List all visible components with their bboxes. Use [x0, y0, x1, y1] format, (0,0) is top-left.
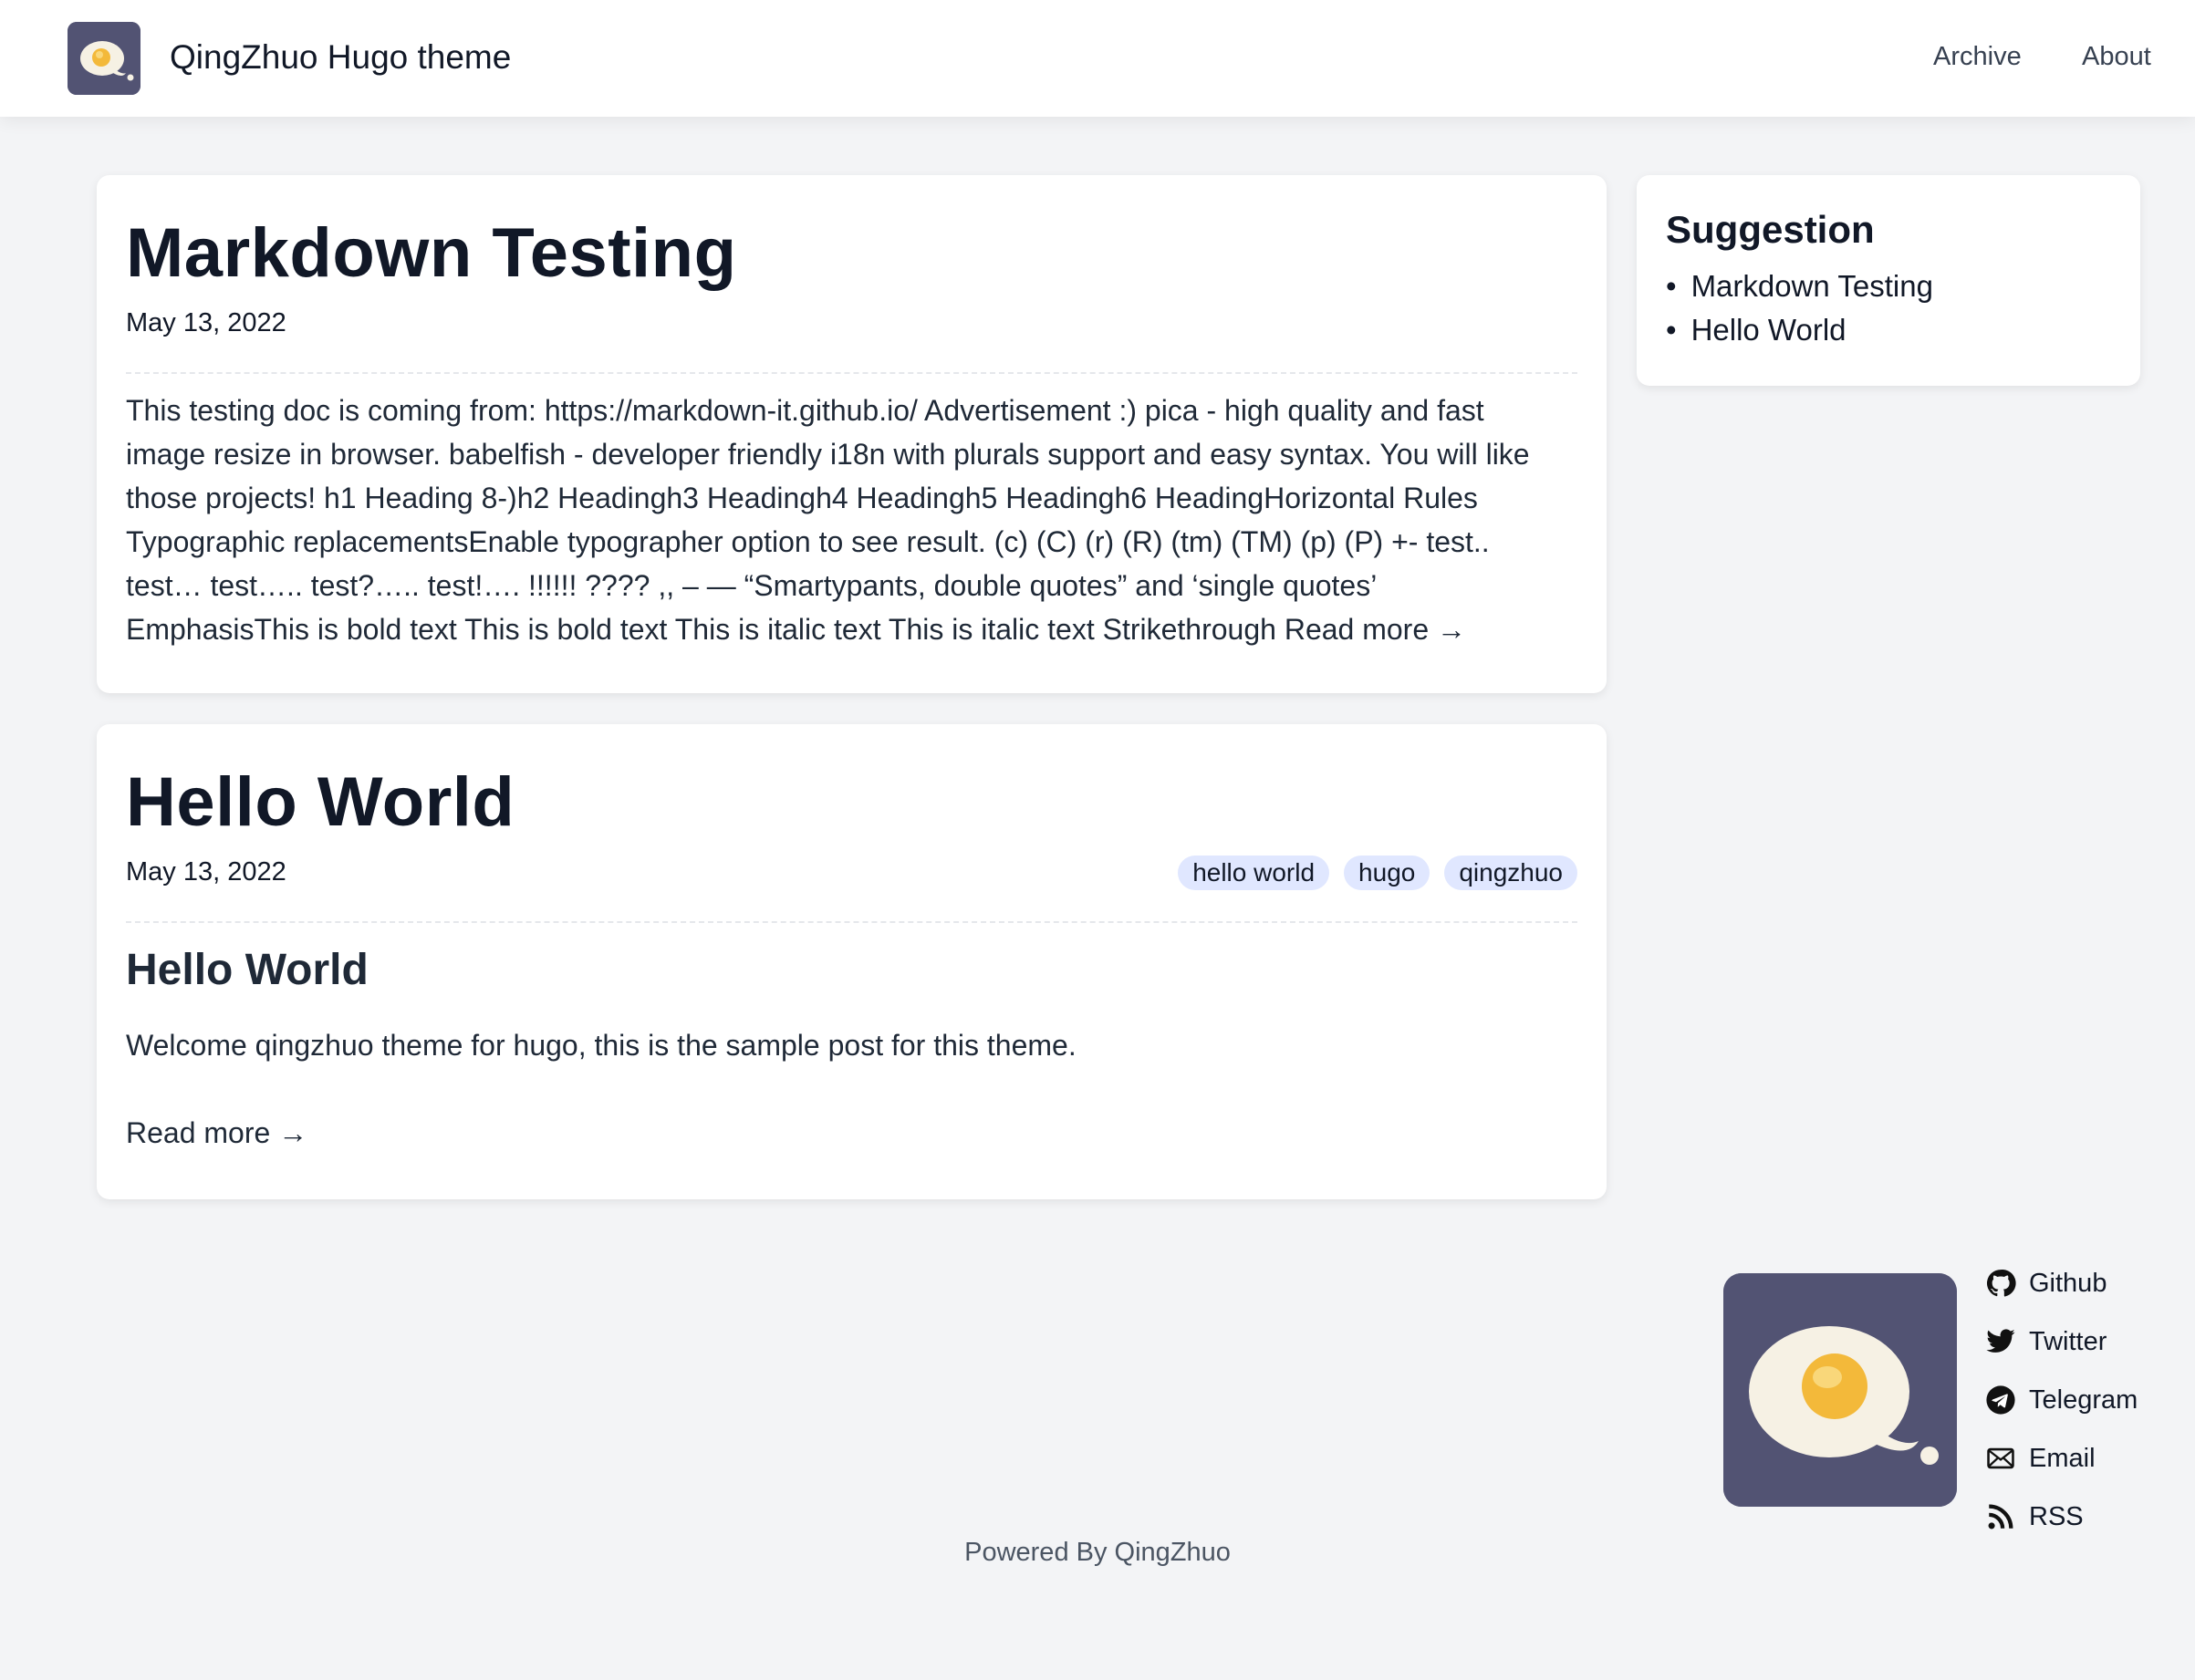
post-content-heading: Hello World: [126, 946, 369, 994]
telegram-icon: [1986, 1385, 2015, 1415]
social-label: RSS: [2029, 1501, 2084, 1531]
email-icon: [1987, 1447, 2014, 1469]
twitter-icon: [1986, 1329, 2015, 1353]
suggestion-widget: Suggestion Markdown Testing Hello World: [1637, 175, 2140, 386]
footer-powered-by: Powered By QingZhuo: [964, 1538, 1231, 1567]
read-more-link[interactable]: Read more →: [126, 1116, 307, 1150]
suggestion-item[interactable]: Markdown Testing: [1666, 264, 1933, 308]
post-title[interactable]: Hello World: [126, 762, 515, 842]
suggestion-list: Markdown Testing Hello World: [1666, 264, 1933, 352]
tag-qingzhuo[interactable]: qingzhuo: [1444, 856, 1577, 890]
social-github-link[interactable]: Github: [1985, 1254, 2138, 1312]
social-label: Telegram: [2029, 1384, 2138, 1415]
social-twitter-link[interactable]: Twitter: [1985, 1312, 2138, 1371]
site-logo[interactable]: [68, 22, 140, 95]
rss-icon: [1988, 1504, 2013, 1530]
post-content-text: Welcome qingzhuo theme for hugo, this is…: [126, 1029, 1077, 1062]
read-more-link[interactable]: Read more →: [1285, 613, 1466, 646]
fried-egg-icon: [1723, 1273, 1957, 1507]
post-card: Hello World May 13, 2022 hello world hug…: [97, 724, 1607, 1199]
post-excerpt: This testing doc is coming from: https:/…: [126, 389, 1559, 651]
post-card: Markdown Testing May 13, 2022 This testi…: [97, 175, 1607, 693]
post-divider: [126, 372, 1577, 374]
tag-hugo[interactable]: hugo: [1344, 856, 1430, 890]
fried-egg-icon: [68, 22, 140, 95]
suggestion-item[interactable]: Hello World: [1666, 308, 1933, 352]
post-title[interactable]: Markdown Testing: [126, 213, 737, 293]
social-telegram-link[interactable]: Telegram: [1985, 1371, 2138, 1429]
suggestion-title: Suggestion: [1666, 208, 1875, 251]
social-email-link[interactable]: Email: [1985, 1429, 2138, 1488]
social-label: Email: [2029, 1443, 2096, 1473]
post-tags: hello world hugo qingzhuo: [1178, 856, 1577, 890]
post-divider: [126, 921, 1577, 923]
post-excerpt-text: This testing doc is coming from: https:/…: [126, 394, 1530, 646]
social-label: Github: [2029, 1268, 2107, 1298]
nav-archive-link[interactable]: Archive: [1933, 42, 2022, 72]
social-links: Github Twitter Telegram Email RSS: [1985, 1254, 2138, 1546]
site-title[interactable]: QingZhuo Hugo theme: [170, 38, 511, 77]
post-date: May 13, 2022: [126, 857, 286, 887]
tag-hello-world[interactable]: hello world: [1178, 856, 1330, 890]
github-icon: [1986, 1270, 2016, 1297]
top-navbar: QingZhuo Hugo theme Archive About: [0, 0, 2195, 117]
social-label: Twitter: [2029, 1326, 2107, 1356]
post-date: May 13, 2022: [126, 308, 286, 337]
nav-about-link[interactable]: About: [2082, 42, 2151, 72]
author-avatar: [1723, 1273, 1957, 1507]
